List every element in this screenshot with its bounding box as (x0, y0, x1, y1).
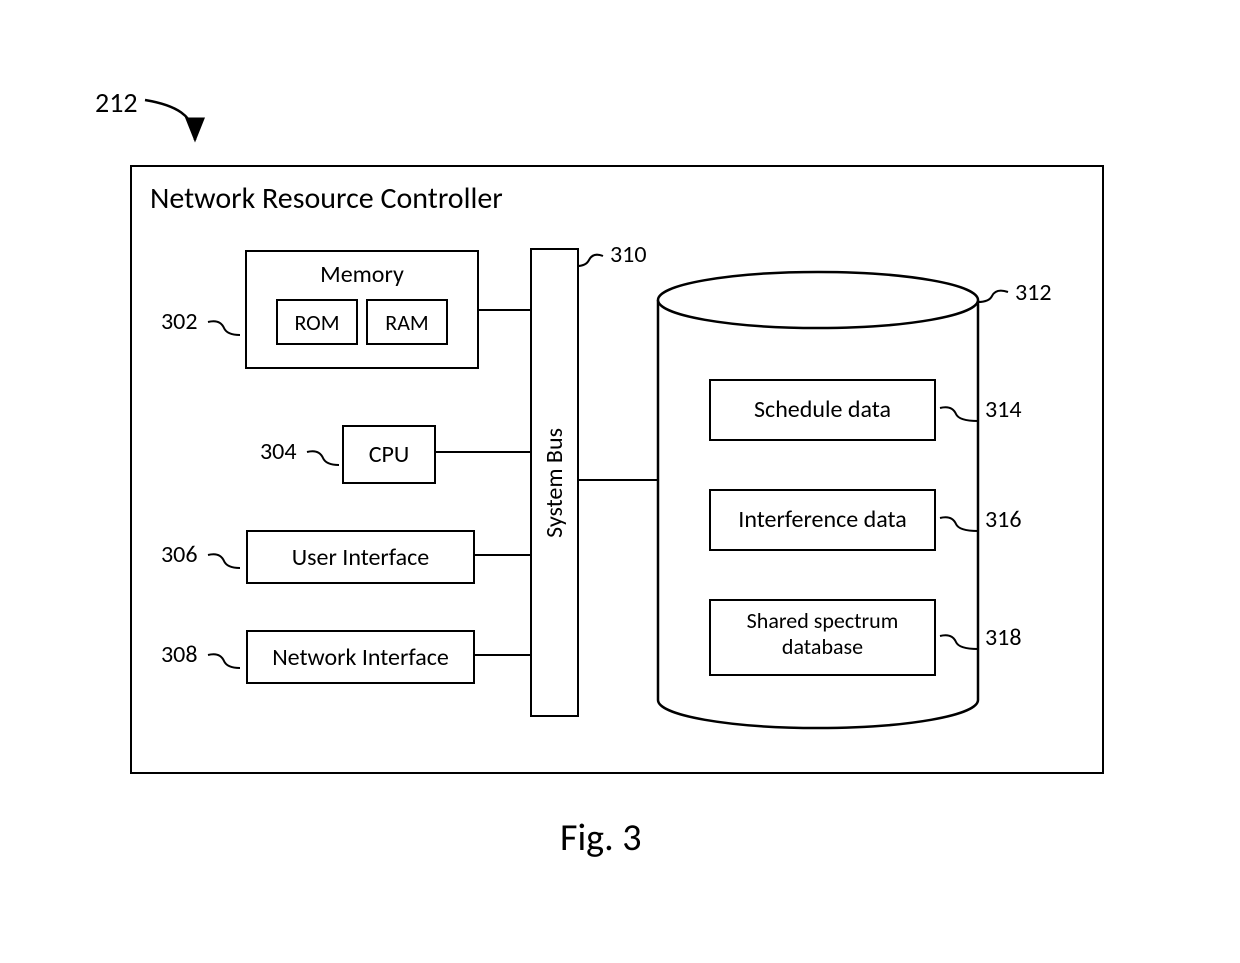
spectrum-text: Shared spectrum database (710, 608, 935, 661)
ref-308: 308 (161, 640, 198, 669)
ref-316: 316 (985, 505, 1022, 534)
diagram-canvas: Network Resource Controller 212 Memory R… (0, 0, 1240, 963)
rom-box: ROM (276, 299, 358, 345)
ref-302: 302 (161, 307, 198, 336)
ram-box: RAM (366, 299, 448, 345)
ref-314: 314 (985, 395, 1022, 424)
ui-label: User Interface (292, 543, 429, 572)
system-bus-box: System Bus (530, 248, 579, 717)
net-label: Network Interface (272, 643, 449, 672)
controller-title: Network Resource Controller (150, 180, 503, 217)
memory-label: Memory (247, 260, 477, 289)
rom-label: ROM (294, 309, 339, 336)
cpu-box: CPU (342, 425, 436, 484)
ui-box: User Interface (246, 530, 475, 584)
net-box: Network Interface (246, 630, 475, 684)
interference-text: Interference data (710, 505, 935, 534)
memory-box: Memory ROM RAM (245, 250, 479, 369)
figure-caption: Fig. 3 (560, 815, 642, 861)
ref-312: 312 (1015, 278, 1052, 307)
cpu-label: CPU (369, 440, 410, 469)
ref-306: 306 (161, 540, 198, 569)
schedule-text: Schedule data (710, 395, 935, 424)
ram-label: RAM (385, 309, 428, 336)
ref-318: 318 (985, 623, 1022, 652)
ref-304: 304 (260, 437, 297, 466)
ref-310: 310 (610, 240, 647, 269)
figure-ref-212: 212 (95, 85, 138, 120)
system-bus-label: System Bus (540, 428, 569, 538)
